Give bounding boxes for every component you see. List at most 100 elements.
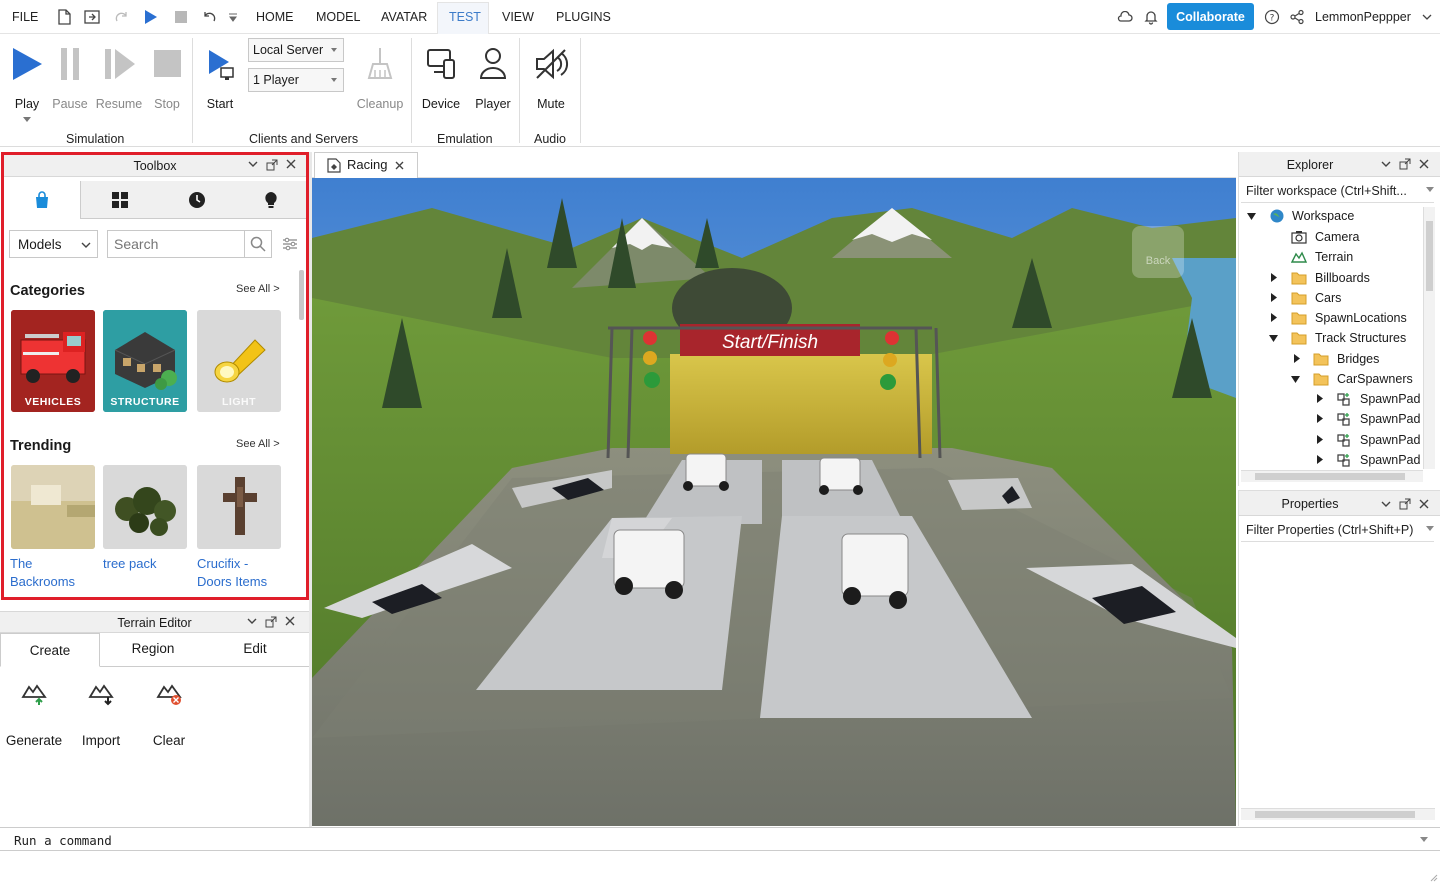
redo-icon[interactable]	[113, 8, 131, 26]
resume-button[interactable]: Resume	[94, 42, 144, 112]
play-quick-icon[interactable]	[141, 8, 159, 26]
tree-item-spawnlocations[interactable]: SpawnLocations	[1239, 309, 1424, 329]
tree-item-cars[interactable]: Cars	[1239, 289, 1424, 309]
trending-thumb-crucifix[interactable]	[197, 465, 281, 549]
asset-type-select[interactable]: Models	[9, 230, 98, 258]
properties-horizontal-scrollbar[interactable]	[1241, 808, 1435, 820]
document-tab-racing[interactable]: Racing	[314, 152, 418, 178]
cloud-icon[interactable]	[1116, 8, 1134, 26]
file-menu[interactable]: FILE	[12, 10, 38, 24]
stop-button[interactable]: Stop	[148, 42, 186, 112]
resize-grip-icon[interactable]	[1428, 872, 1438, 882]
tab-test[interactable]: TEST	[449, 10, 481, 24]
toolbox-tab-creations[interactable]	[235, 181, 306, 219]
collapsed-arrow-icon[interactable]	[1271, 273, 1277, 282]
players-select[interactable]: 1 Player	[248, 68, 344, 92]
cleanup-button[interactable]: Cleanup	[354, 42, 406, 112]
user-menu-chevron-icon[interactable]	[1418, 8, 1436, 26]
filter-dropdown-icon[interactable]	[1426, 526, 1434, 531]
filter-settings-icon[interactable]	[282, 237, 298, 251]
toolbox-tab-recent[interactable]	[158, 181, 235, 219]
tree-item-workspace[interactable]: Workspace	[1239, 207, 1424, 227]
collapsed-arrow-icon[interactable]	[1317, 455, 1323, 464]
toolbox-tab-marketplace[interactable]	[4, 181, 81, 219]
panel-close-icon[interactable]	[1419, 159, 1429, 172]
panel-undock-icon[interactable]	[1399, 498, 1411, 513]
play-button[interactable]: Play	[6, 42, 48, 127]
stop-quick-icon[interactable]	[172, 8, 190, 26]
publish-icon[interactable]	[83, 8, 101, 26]
server-select[interactable]: Local Server	[248, 38, 344, 62]
pause-button[interactable]: Pause	[50, 42, 90, 112]
tab-avatar[interactable]: AVATAR	[381, 10, 427, 24]
panel-collapse-icon[interactable]	[247, 616, 257, 628]
new-file-icon[interactable]	[55, 8, 73, 26]
terrain-tab-edit[interactable]: Edit	[205, 632, 305, 666]
filter-dropdown-icon[interactable]	[1426, 187, 1434, 192]
expanded-arrow-icon[interactable]	[1269, 335, 1278, 342]
properties-filter-input[interactable]: Filter Properties (Ctrl+Shift+P)	[1241, 518, 1434, 542]
generate-tool-button[interactable]: Generate	[2, 677, 66, 748]
collaborate-button[interactable]: Collaborate	[1167, 3, 1254, 30]
tree-item-camera[interactable]: Camera	[1239, 228, 1424, 248]
notifications-bell-icon[interactable]	[1142, 8, 1160, 26]
import-tool-button[interactable]: Import	[72, 677, 130, 748]
category-card-light[interactable]: LIGHT	[197, 310, 281, 412]
category-card-vehicles[interactable]: VEHICLES	[11, 310, 95, 412]
explorer-filter-input[interactable]: Filter workspace (Ctrl+Shift...	[1241, 179, 1434, 203]
expanded-arrow-icon[interactable]	[1291, 376, 1300, 383]
start-button[interactable]: Start	[198, 42, 242, 112]
tab-model[interactable]: MODEL	[316, 10, 360, 24]
expanded-arrow-icon[interactable]	[1247, 213, 1256, 220]
scrollbar-thumb[interactable]	[1426, 221, 1433, 291]
search-button[interactable]	[245, 230, 272, 258]
tab-plugins[interactable]: PLUGINS	[556, 10, 611, 24]
tree-item-spawnpad[interactable]: SpawnPad	[1239, 390, 1424, 410]
tree-item-spawnpad[interactable]: SpawnPad	[1239, 431, 1424, 451]
command-bar[interactable]: Run a command	[0, 827, 1440, 851]
collapsed-arrow-icon[interactable]	[1271, 313, 1277, 322]
collapsed-arrow-icon[interactable]	[1317, 435, 1323, 444]
trending-thumb-backrooms[interactable]	[11, 465, 95, 549]
quick-access-dropdown-icon[interactable]	[224, 8, 242, 26]
tree-item-billboards[interactable]: Billboards	[1239, 269, 1424, 289]
3d-viewport[interactable]: Start/Finish Back	[312, 178, 1236, 826]
device-button[interactable]: Device	[418, 42, 464, 112]
help-icon[interactable]: ?	[1263, 8, 1281, 26]
terrain-tab-region[interactable]: Region	[103, 632, 203, 666]
terrain-tab-create[interactable]: Create	[0, 633, 100, 667]
category-card-structure[interactable]: STRUCTURE	[103, 310, 187, 412]
toolbox-search-input[interactable]	[107, 230, 245, 258]
toolbox-tab-inventory[interactable]	[81, 181, 158, 219]
toolbox-scrollbar[interactable]	[299, 270, 304, 320]
explorer-horizontal-scrollbar[interactable]	[1241, 470, 1423, 482]
panel-close-icon[interactable]	[286, 159, 296, 172]
explorer-vertical-scrollbar[interactable]	[1423, 207, 1435, 469]
panel-close-icon[interactable]	[1419, 499, 1429, 512]
panel-undock-icon[interactable]	[265, 616, 277, 631]
panel-collapse-icon[interactable]	[248, 159, 258, 171]
scrollbar-thumb[interactable]	[1255, 473, 1405, 480]
tree-item-spawnpad[interactable]: SpawnPad	[1239, 410, 1424, 430]
tree-item-terrain[interactable]: Terrain	[1239, 248, 1424, 268]
panel-collapse-icon[interactable]	[1381, 499, 1391, 511]
player-button[interactable]: Player	[470, 42, 516, 112]
tab-home[interactable]: HOME	[256, 10, 294, 24]
tab-view[interactable]: VIEW	[502, 10, 534, 24]
tree-item-carspawners[interactable]: CarSpawners	[1239, 370, 1424, 390]
play-dropdown-icon[interactable]	[23, 117, 31, 122]
categories-see-all-link[interactable]: See All >	[236, 283, 280, 295]
trending-title-tree-pack[interactable]: tree pack	[103, 555, 156, 573]
panel-undock-icon[interactable]	[1399, 158, 1411, 173]
collapsed-arrow-icon[interactable]	[1317, 414, 1323, 423]
panel-collapse-icon[interactable]	[1381, 159, 1391, 171]
panel-close-icon[interactable]	[285, 616, 295, 629]
clear-tool-button[interactable]: Clear	[140, 677, 198, 748]
close-tab-icon[interactable]	[395, 161, 404, 170]
trending-see-all-link[interactable]: See All >	[236, 438, 280, 450]
collapsed-arrow-icon[interactable]	[1271, 293, 1277, 302]
username[interactable]: LemmonPeppper	[1315, 10, 1411, 24]
scrollbar-thumb[interactable]	[1255, 811, 1415, 818]
collapsed-arrow-icon[interactable]	[1317, 394, 1323, 403]
share-icon[interactable]	[1288, 8, 1306, 26]
